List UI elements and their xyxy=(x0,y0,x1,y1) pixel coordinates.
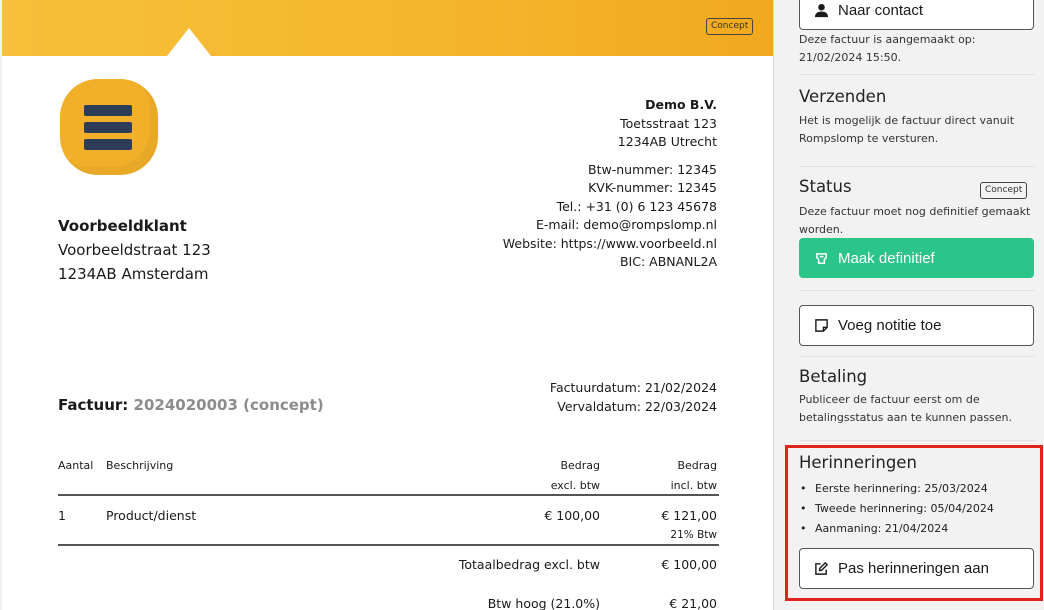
divider xyxy=(799,290,1035,291)
payment-text: Publiceer de factuur eerst om de betalin… xyxy=(799,393,1013,424)
divider xyxy=(799,440,1035,441)
column-incl-line1: Bedrag xyxy=(677,459,717,472)
customer-address: Voorbeeldklant Voorbeeldstraat 123 1234A… xyxy=(58,214,211,286)
company-email: E-mail: demo@rompslomp.nl xyxy=(535,217,717,232)
customer-name: Voorbeeldklant xyxy=(58,217,187,235)
company-phone: Tel.: +31 (0) 6 123 45678 xyxy=(556,198,717,214)
concept-badge: Concept xyxy=(706,18,754,35)
divider xyxy=(799,74,1035,75)
vat-high-label: Btw hoog (21.0%) xyxy=(487,596,600,610)
line-amount-incl: € 121,00 xyxy=(661,508,717,523)
add-note-label: Voeg notitie toe xyxy=(838,317,942,334)
company-name: Demo B.V. xyxy=(645,97,717,112)
divider xyxy=(799,166,1035,167)
send-text: Het is mogelijk de factuur direct vanuit… xyxy=(799,114,1015,145)
invoice-title-label: Factuur: xyxy=(58,396,129,414)
finalize-button[interactable]: Maak definitief xyxy=(799,238,1034,278)
line-description: Product/dienst xyxy=(106,508,197,523)
to-contact-button[interactable]: Naar contact xyxy=(799,0,1034,30)
company-website: Website: https://www.voorbeeld.nl xyxy=(502,235,717,251)
company-logo xyxy=(60,79,158,175)
stamp-icon xyxy=(812,251,830,266)
table-body-rule xyxy=(58,544,719,546)
to-contact-label: Naar contact xyxy=(838,1,924,19)
invoice-date: Factuurdatum: 21/02/2024 xyxy=(549,380,717,395)
finalize-label: Maak definitief xyxy=(838,249,935,267)
column-incl: Bedrag incl. btw xyxy=(671,456,717,496)
column-description: Beschrijving xyxy=(106,459,174,472)
divider xyxy=(799,356,1035,357)
created-info: Deze factuur is aangemaakt op: 21/02/202… xyxy=(799,33,976,64)
company-bic: BIC: ABNANL2A xyxy=(619,254,717,269)
logo-bar xyxy=(84,139,132,150)
due-date: Vervaldatum: 22/03/2024 xyxy=(557,399,717,414)
user-icon xyxy=(812,3,830,18)
table-header-rule xyxy=(58,494,719,496)
banner-notch xyxy=(167,28,211,56)
invoice-header-banner: Concept xyxy=(2,0,773,56)
add-note-button[interactable]: Voeg notitie toe xyxy=(799,305,1034,346)
column-excl-line2: excl. btw xyxy=(550,479,600,492)
status-title: Status xyxy=(799,177,852,196)
note-icon xyxy=(812,318,830,333)
total-excl-label: Totaalbedrag excl. btw xyxy=(458,557,600,572)
status-badge: Concept xyxy=(980,182,1028,199)
vat-high-value: € 21,00 xyxy=(669,596,717,610)
reminders-highlight-box xyxy=(785,445,1043,601)
invoice-preview: Concept Demo B.V. Toetsstraat 123 1234AB… xyxy=(2,0,774,610)
column-excl: Bedrag excl. btw xyxy=(551,456,600,496)
invoice-dates: Factuurdatum: 21/02/2024 Vervaldatum: 22… xyxy=(550,378,717,416)
status-text: Deze factuur moet nog definitief gemaakt… xyxy=(799,205,1031,236)
company-street: Toetsstraat 123 xyxy=(620,115,717,131)
invoice-number: 2024020003 (concept) xyxy=(133,396,324,414)
customer-street: Voorbeeldstraat 123 xyxy=(58,241,211,259)
send-title: Verzenden xyxy=(799,87,887,106)
logo-bar xyxy=(84,105,132,116)
line-vat-rate: 21% Btw xyxy=(670,529,717,541)
column-excl-line1: Bedrag xyxy=(560,459,600,472)
payment-title: Betaling xyxy=(799,367,868,386)
company-city: 1234AB Utrecht xyxy=(617,134,717,149)
column-qty: Aantal xyxy=(58,459,94,472)
logo-bar xyxy=(84,122,132,133)
invoice-title: Factuur: 2024020003 (concept) xyxy=(58,396,324,414)
company-kvk: KVK-nummer: 12345 xyxy=(588,180,717,195)
line-amount-excl: € 100,00 xyxy=(544,508,600,523)
company-details: Demo B.V. Toetsstraat 123 1234AB Utrecht… xyxy=(503,96,717,272)
customer-city: 1234AB Amsterdam xyxy=(58,265,209,283)
total-excl-value: € 100,00 xyxy=(661,557,717,572)
column-incl-line2: incl. btw xyxy=(670,479,717,492)
company-vat: Btw-nummer: 12345 xyxy=(588,161,717,177)
line-qty: 1 xyxy=(58,508,66,523)
